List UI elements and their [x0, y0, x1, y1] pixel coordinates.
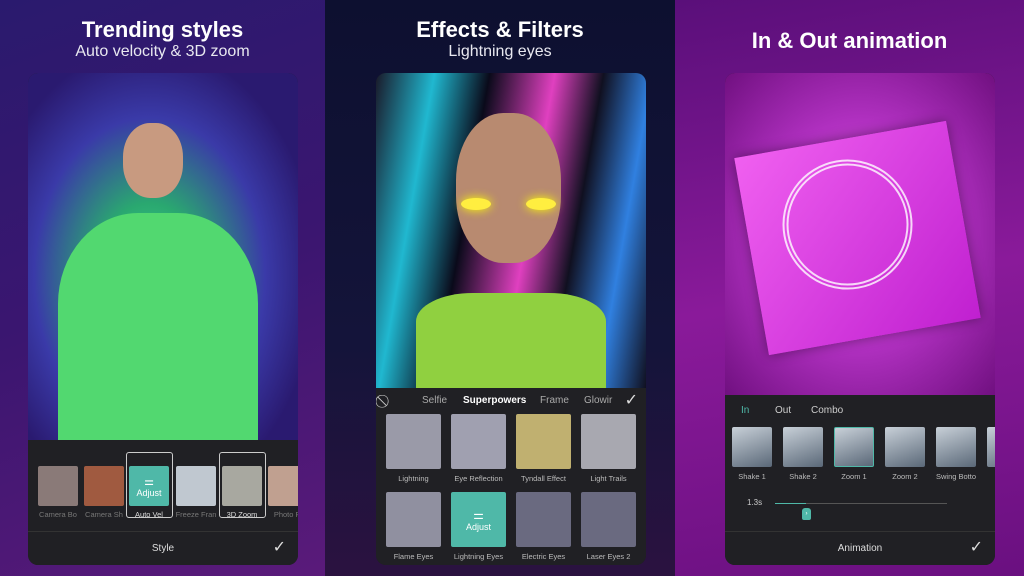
phone-screen: ⃠ SelfieSuperpowersFrameGlowir ✓ Lightni… — [376, 73, 646, 565]
model-face — [456, 113, 561, 263]
panel-subtitle: Lightning eyes — [448, 43, 552, 60]
style-label: Freeze Fran — [175, 510, 217, 519]
light-rings — [772, 149, 923, 300]
model-top — [416, 293, 606, 388]
tab-selfie[interactable]: Selfie — [422, 395, 447, 406]
animation-label: Shake 2 — [789, 472, 817, 481]
style-label: Camera Sh — [85, 510, 123, 519]
animation-thumbnail[interactable] — [987, 427, 995, 467]
animated-clip — [734, 120, 981, 356]
effect-label: Tyndall Effect — [521, 474, 566, 483]
effect-thumbnail[interactable] — [386, 414, 441, 469]
effect-thumbnail[interactable] — [451, 414, 506, 469]
preview-photo — [725, 73, 995, 395]
model-hoodie — [58, 213, 258, 440]
effects-toolbar: ⃠ SelfieSuperpowersFrameGlowir ✓ Lightni… — [376, 388, 646, 565]
style-label: 3D Zoom — [226, 510, 258, 519]
effect-label: Lightning — [398, 474, 429, 483]
animation-thumbnail[interactable] — [732, 427, 772, 467]
panel-subtitle: Auto velocity & 3D zoom — [75, 43, 250, 60]
adjust-label: Adjust — [465, 521, 491, 532]
effect-thumbnail[interactable]: ⚌ Adjust — [451, 492, 506, 547]
style-label: Photo Pl — [273, 510, 298, 519]
tab-superpowers[interactable]: Superpowers — [463, 395, 526, 406]
animation-label: Shake 1 — [738, 472, 766, 481]
toolbar-title: Animation — [725, 531, 995, 565]
phone-screen: Camera Bo Camera Sh ⚌ Adjust Auto Vel Freeze … — [28, 73, 298, 565]
tab-out[interactable]: Out — [775, 405, 791, 416]
tab-in[interactable]: In — [741, 405, 749, 416]
style-label: Auto Vel — [135, 510, 163, 519]
effect-thumbnail[interactable] — [581, 492, 636, 547]
animation-label: Swing Botto — [935, 472, 977, 481]
animation-toolbar: In Out Combo Shake 1 Shake 2 Zoom 1 Zoom 2 Swi… — [725, 395, 995, 565]
checkmark-icon[interactable]: ✓ — [625, 390, 638, 410]
checkmark-icon[interactable]: ✓ — [970, 537, 983, 557]
toolbar-title: Style — [28, 531, 298, 565]
animation-thumbnail[interactable] — [783, 427, 823, 467]
effect-thumbnail[interactable] — [386, 492, 441, 547]
panel-title: Effects & Filters — [416, 17, 584, 42]
animation-thumbnail[interactable] — [834, 427, 874, 467]
style-label: Camera Bo — [39, 510, 77, 519]
animation-thumbnail[interactable] — [936, 427, 976, 467]
effect-thumbnail[interactable] — [581, 414, 636, 469]
effect-label: Laser Eyes 2 — [586, 552, 631, 561]
duration-label: 1.3s — [747, 498, 763, 507]
style-thumbnail[interactable] — [84, 466, 124, 506]
effect-thumbnail[interactable] — [516, 414, 571, 469]
style-toolbar: Camera Bo Camera Sh ⚌ Adjust Auto Vel Freeze … — [28, 440, 298, 565]
panel-title: Trending styles — [81, 17, 244, 42]
panel-title: In & Out animation — [751, 28, 948, 53]
glowing-eye — [461, 198, 491, 210]
slider-fill — [775, 503, 806, 504]
panel-animation: In & Out animation In Out Combo Shake 1 Sha… — [675, 0, 1024, 576]
tab-combo[interactable]: Combo — [811, 405, 843, 416]
panel-trending-styles: Trending styles Auto velocity & 3D zoom … — [0, 0, 325, 576]
tab-glowir[interactable]: Glowir — [584, 395, 612, 406]
style-thumbnail[interactable] — [176, 466, 216, 506]
glowing-eye — [526, 198, 556, 210]
animation-label: Zoom 2 — [892, 472, 918, 481]
tab-frame[interactable]: Frame — [540, 395, 569, 406]
style-thumbnail[interactable]: ⚌ Adjust — [129, 466, 169, 506]
animation-label: Zoom 1 — [841, 472, 867, 481]
adjust-label: Adjust — [136, 487, 162, 498]
style-thumbnail[interactable] — [38, 466, 78, 506]
duration-slider[interactable]: › — [775, 503, 947, 520]
panel-effects-filters: Effects & Filters Lightning eyes ⃠ Selfi… — [325, 0, 675, 576]
animation-label: Swi — [983, 472, 995, 481]
effect-label: Light Trails — [590, 474, 627, 483]
checkmark-icon[interactable]: ✓ — [273, 537, 286, 557]
preview-photo — [376, 73, 646, 388]
model-face — [123, 123, 183, 198]
sliders-icon: ⚌ — [473, 507, 484, 522]
effect-label: Electric Eyes — [521, 552, 566, 561]
style-thumbnail[interactable] — [222, 466, 262, 506]
effect-label: Lightning Eyes — [453, 552, 504, 561]
effect-label: Flame Eyes — [393, 552, 434, 561]
effect-label: Eye Reflection — [454, 474, 503, 483]
style-thumbnail[interactable] — [268, 466, 298, 506]
effect-thumbnail[interactable] — [516, 492, 571, 547]
animation-thumbnail[interactable] — [885, 427, 925, 467]
preview-photo — [28, 73, 298, 440]
sliders-icon: ⚌ — [144, 475, 154, 488]
phone-screen: In Out Combo Shake 1 Shake 2 Zoom 1 Zoom 2 Swi… — [725, 73, 995, 565]
slider-handle[interactable]: › — [801, 508, 811, 520]
